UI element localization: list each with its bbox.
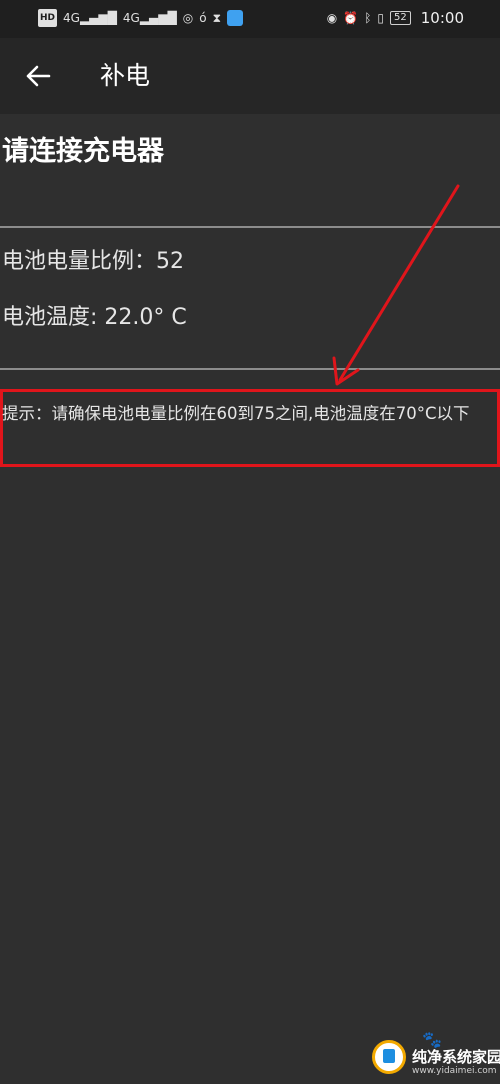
battery-temp-value: 22.0° C bbox=[104, 305, 187, 330]
hd-voice-icon: HD bbox=[38, 9, 58, 27]
vibrate-icon: ▯ bbox=[377, 11, 385, 25]
battery-temp-row: 电池温度: 22.0° C bbox=[2, 303, 187, 333]
battery-ratio-row: 电池电量比例：52 bbox=[2, 247, 184, 277]
page-title: 补电 bbox=[100, 61, 151, 90]
watermark-title: 纯净系统家园 bbox=[412, 1048, 500, 1066]
status-right-icons: ◉ ⏰ ᛒ ▯ 52 10:00 bbox=[327, 9, 464, 27]
battery-ratio-label: 电池电量比例： bbox=[2, 249, 157, 274]
bluetooth-icon: ᛒ bbox=[364, 11, 372, 25]
hourglass-icon: ⧗ bbox=[212, 11, 221, 25]
signal-4g-icon: 4G▂▄▆█ bbox=[63, 11, 117, 25]
sync-icon: ό bbox=[199, 11, 207, 25]
app-notification-icon bbox=[227, 10, 243, 26]
status-bar: HD 4G▂▄▆█ 4G▂▄▆█ ◎ ό ⧗ ◉ ⏰ ᛒ ▯ 52 10:00 bbox=[0, 0, 500, 38]
battery-ratio-value: 52 bbox=[156, 249, 185, 274]
alarm-icon: ⏰ bbox=[343, 11, 359, 25]
watermark-logo-icon bbox=[372, 1040, 406, 1074]
back-button[interactable] bbox=[16, 54, 60, 98]
divider-top bbox=[0, 226, 500, 228]
divider-bottom bbox=[0, 368, 500, 370]
eye-comfort-icon: ◉ bbox=[326, 11, 338, 25]
watermark-url: www.yidaimei.com bbox=[412, 1066, 497, 1076]
back-arrow-icon bbox=[26, 65, 51, 87]
tip-highlight-box bbox=[0, 389, 500, 467]
app-bar: 补电 bbox=[0, 38, 500, 114]
status-time: 10:00 bbox=[420, 9, 464, 27]
battery-temp-label: 电池温度: bbox=[2, 305, 98, 330]
hotspot-icon: ◎ bbox=[182, 11, 194, 25]
signal-4g-icon-2: 4G▂▄▆█ bbox=[122, 11, 177, 25]
connect-charger-heading: 请连接充电器 bbox=[2, 136, 164, 167]
status-left-icons: HD 4G▂▄▆█ 4G▂▄▆█ ◎ ό ⧗ bbox=[38, 9, 243, 27]
battery-icon: 52 bbox=[390, 11, 411, 25]
tip-text: 提示：请确保电池电量比例在60到75之间,电池温度在70°C以下 bbox=[2, 404, 470, 423]
watermark: 🐾 纯净系统家园 www.yidaimei.com bbox=[372, 1030, 500, 1084]
